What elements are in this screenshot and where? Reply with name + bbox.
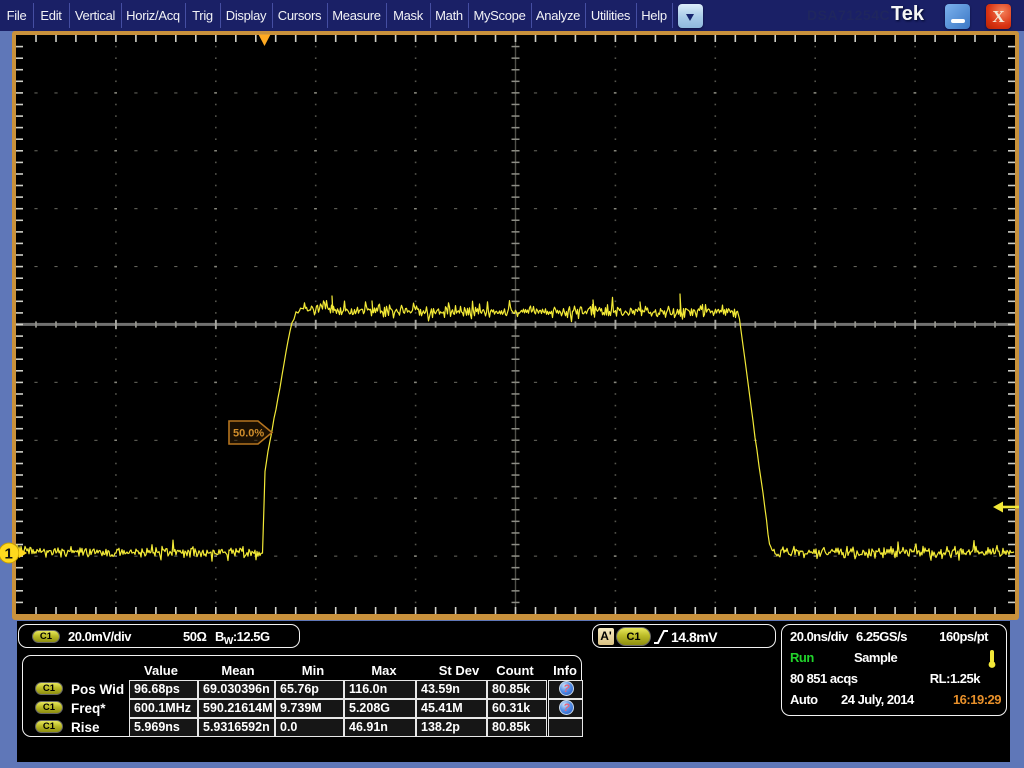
- svg-text:1: 1: [5, 546, 13, 563]
- svg-text:50.0%: 50.0%: [233, 428, 264, 440]
